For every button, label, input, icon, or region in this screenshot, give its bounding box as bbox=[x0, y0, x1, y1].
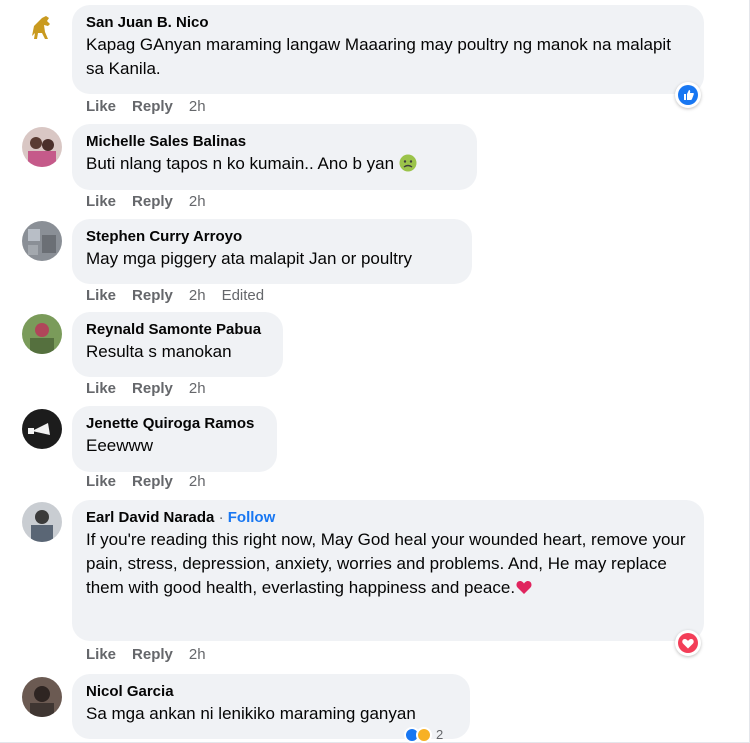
reply-button[interactable]: Reply bbox=[132, 646, 173, 663]
avatar[interactable] bbox=[22, 409, 62, 449]
commenter-name[interactable]: Reynald Samonte Pabua bbox=[86, 320, 271, 340]
like-button[interactable]: Like bbox=[86, 380, 116, 397]
commenter-name[interactable]: Nicol Garcia bbox=[86, 682, 458, 702]
edited-label[interactable]: Edited bbox=[222, 287, 265, 304]
comment-text: If you're reading this right now, May Go… bbox=[86, 530, 686, 597]
comment-actions: Like Reply 2h bbox=[86, 193, 222, 211]
reaction-badge[interactable] bbox=[675, 630, 701, 656]
avatar[interactable] bbox=[22, 8, 62, 48]
profile-photo-icon bbox=[22, 409, 62, 449]
avatar[interactable] bbox=[22, 502, 62, 542]
horse-logo-icon bbox=[22, 8, 62, 48]
comment-bubble: Stephen Curry Arroyo May mga piggery ata… bbox=[72, 219, 472, 284]
like-button[interactable]: Like bbox=[86, 193, 116, 210]
comment-bubble: Jenette Quiroga Ramos Eeewww bbox=[72, 406, 277, 472]
comment-text: Resulta s manokan bbox=[86, 342, 232, 361]
avatar[interactable] bbox=[22, 314, 62, 354]
timestamp[interactable]: 2h bbox=[189, 380, 206, 397]
comment-actions: Like Reply 2h bbox=[86, 473, 222, 491]
commenter-name[interactable]: San Juan B. Nico bbox=[86, 13, 692, 33]
comment-bubble: San Juan B. Nico Kapag GAnyan maraming l… bbox=[72, 5, 704, 94]
separator-dot: · bbox=[218, 509, 224, 526]
commenter-name[interactable]: Jenette Quiroga Ramos bbox=[86, 414, 265, 434]
profile-photo-icon bbox=[22, 314, 62, 354]
haha-icon bbox=[416, 727, 432, 743]
comment-actions: Like Reply 2h Edited bbox=[86, 287, 280, 305]
timestamp[interactable]: 2h bbox=[189, 646, 206, 663]
commenter-name[interactable]: Michelle Sales Balinas bbox=[86, 132, 465, 152]
commenter-name[interactable]: Earl David Narada bbox=[86, 509, 214, 526]
profile-photo-icon bbox=[22, 502, 62, 542]
like-button[interactable]: Like bbox=[86, 98, 116, 115]
timestamp[interactable]: 2h bbox=[189, 287, 206, 304]
heart-icon bbox=[682, 639, 694, 649]
like-button[interactable]: Like bbox=[86, 287, 116, 304]
reaction-summary[interactable]: 2 bbox=[404, 727, 464, 743]
profile-photo-icon bbox=[22, 127, 62, 167]
timestamp[interactable]: 2h bbox=[189, 193, 206, 210]
reaction-badge[interactable] bbox=[675, 82, 701, 108]
comment-text: Kapag GAnyan maraming langaw Maaaring ma… bbox=[86, 35, 671, 78]
avatar[interactable] bbox=[22, 221, 62, 261]
comment-text: Eeewww bbox=[86, 436, 154, 455]
follow-button[interactable]: Follow bbox=[228, 509, 276, 526]
reply-button[interactable]: Reply bbox=[132, 473, 173, 490]
profile-photo-icon bbox=[22, 677, 62, 717]
commenter-name[interactable]: Stephen Curry Arroyo bbox=[86, 227, 460, 247]
comment-bubble: Michelle Sales Balinas Buti nlang tapos … bbox=[72, 124, 477, 190]
reaction-count: 2 bbox=[436, 727, 444, 742]
comment-text: Buti nlang tapos n ko kumain.. Ano b yan bbox=[86, 154, 395, 173]
comment-actions: Like Reply 2h bbox=[86, 98, 222, 116]
like-button[interactable]: Like bbox=[86, 646, 116, 663]
nauseated-face-emoji bbox=[399, 154, 417, 172]
avatar[interactable] bbox=[22, 677, 62, 717]
avatar[interactable] bbox=[22, 127, 62, 167]
comment-text: Sa mga ankan ni lenikiko maraming ganyan bbox=[86, 704, 416, 723]
profile-photo-icon bbox=[22, 221, 62, 261]
comment-actions: Like Reply 2h bbox=[86, 646, 222, 664]
reply-button[interactable]: Reply bbox=[132, 193, 173, 210]
reply-button[interactable]: Reply bbox=[132, 98, 173, 115]
like-button[interactable]: Like bbox=[86, 473, 116, 490]
reply-button[interactable]: Reply bbox=[132, 380, 173, 397]
red-heart-emoji bbox=[516, 581, 532, 594]
timestamp[interactable]: 2h bbox=[189, 98, 206, 115]
comment-actions: Like Reply 2h bbox=[86, 380, 222, 398]
comment-bubble: Earl David Narada · Follow If you're rea… bbox=[72, 500, 704, 641]
like-icon bbox=[684, 90, 694, 100]
comment-bubble: Reynald Samonte Pabua Resulta s manokan bbox=[72, 312, 283, 377]
comment-text: May mga piggery ata malapit Jan or poult… bbox=[86, 249, 412, 268]
reply-button[interactable]: Reply bbox=[132, 287, 173, 304]
timestamp[interactable]: 2h bbox=[189, 473, 206, 490]
